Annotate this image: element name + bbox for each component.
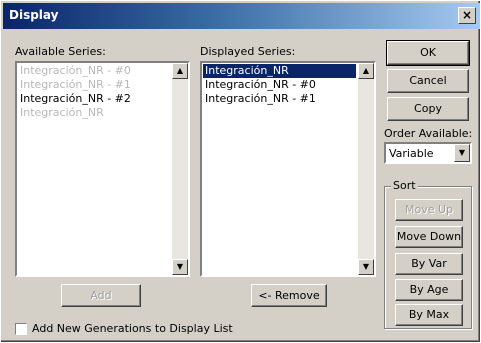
add-new-generations-label[interactable]: Add New Generations to Display List: [32, 322, 233, 335]
available-list-item[interactable]: Integración_NR: [18, 106, 170, 120]
cancel-button[interactable]: Cancel: [387, 69, 469, 93]
remove-button[interactable]: <- Remove: [251, 284, 327, 307]
displayed-series-scrollbar[interactable]: ▲ ▼: [358, 63, 374, 275]
displayed-list-item[interactable]: Integración_NR - #1: [203, 92, 356, 106]
available-series-label: Available Series:: [15, 45, 106, 58]
scroll-up-button[interactable]: ▲: [358, 63, 374, 79]
chevron-up-icon: ▲: [176, 66, 184, 75]
sort-group-label: Sort: [391, 179, 418, 192]
display-dialog: Display × Available Series: Integración_…: [0, 0, 481, 343]
available-series-items: Integración_NR - #0 Integración_NR - #1 In…: [18, 64, 170, 120]
order-available-label: Order Available:: [384, 127, 473, 140]
close-button[interactable]: ×: [458, 7, 476, 24]
available-series-scrollbar[interactable]: ▲ ▼: [172, 63, 188, 275]
chevron-down-icon: ▼: [458, 148, 466, 157]
move-down-button[interactable]: Move Down: [395, 226, 463, 248]
move-up-button[interactable]: Move Up: [395, 199, 463, 221]
scroll-up-button[interactable]: ▲: [172, 63, 188, 79]
add-button[interactable]: Add: [61, 284, 141, 307]
dropdown-button[interactable]: ▼: [454, 144, 470, 162]
title-bar[interactable]: Display ×: [3, 3, 480, 29]
displayed-series-items: Integración_NR Integración_NR - #0 Integra…: [203, 64, 356, 106]
displayed-series-list[interactable]: Integración_NR Integración_NR - #0 Integra…: [200, 61, 376, 277]
chevron-up-icon: ▲: [362, 66, 370, 75]
add-new-generations-checkbox[interactable]: [15, 323, 27, 335]
close-icon: ×: [461, 8, 473, 22]
ok-button[interactable]: OK: [386, 40, 470, 66]
displayed-list-item[interactable]: Integración_NR: [203, 64, 356, 78]
chevron-down-icon: ▼: [362, 262, 370, 271]
available-list-item[interactable]: Integración_NR - #1: [18, 78, 170, 92]
displayed-series-label: Displayed Series:: [200, 45, 296, 58]
chevron-down-icon: ▼: [176, 262, 184, 271]
window-title: Display: [9, 8, 59, 22]
sort-by-age-button[interactable]: By Age: [395, 279, 463, 301]
sort-by-max-button[interactable]: By Max: [395, 304, 463, 326]
available-series-list[interactable]: Integración_NR - #0 Integración_NR - #1 In…: [15, 61, 190, 277]
available-list-item[interactable]: Integración_NR - #0: [18, 64, 170, 78]
sort-by-var-button[interactable]: By Var: [395, 253, 463, 275]
scroll-down-button[interactable]: ▼: [358, 259, 374, 275]
order-available-value: Variable: [389, 147, 434, 160]
available-list-item[interactable]: Integración_NR - #2: [18, 92, 170, 106]
scroll-down-button[interactable]: ▼: [172, 259, 188, 275]
order-available-select[interactable]: Variable ▼: [384, 142, 472, 164]
displayed-list-item[interactable]: Integración_NR - #0: [203, 78, 356, 92]
copy-button[interactable]: Copy: [387, 97, 469, 121]
